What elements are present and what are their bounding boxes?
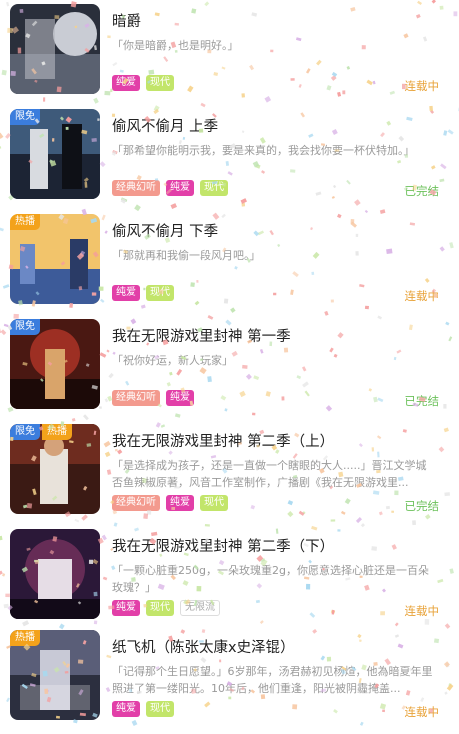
tag-list: 纯爱 现代 无限流 (112, 600, 220, 616)
drama-description: 「你是暗爵，也是明好。」 (112, 37, 434, 54)
status-label: 已完结 (405, 183, 440, 199)
status-label: 已完结 (405, 498, 440, 514)
badge-group: 热播 (10, 630, 40, 646)
cover-image[interactable]: 限免 (10, 319, 100, 409)
tag[interactable]: 现代 (146, 285, 174, 301)
tag[interactable]: 纯爱 (112, 600, 140, 616)
drama-description: 「一颗心脏重250g，一朵玫瑰重2g，你愿意选择心脏还是一百朵玫瑰？」 (112, 562, 434, 596)
list-item[interactable]: 我在无限游戏里封神 第二季（下） 「一颗心脏重250g，一朵玫瑰重2g，你愿意选… (0, 529, 459, 633)
drama-title[interactable]: 我在无限游戏里封神 第二季（上） (112, 430, 334, 451)
status-label: 连载中 (405, 603, 440, 619)
status-label: 连载中 (405, 704, 440, 720)
status-label: 连载中 (405, 288, 440, 304)
drama-title[interactable]: 偷风不偷月 下季 (112, 220, 218, 241)
tag-list: 纯爱 现代 (112, 701, 174, 717)
limited-free-badge: 限免 (10, 424, 40, 440)
tag-list: 经典幻听 纯爱 现代 (112, 495, 228, 511)
list-item[interactable]: 热播 纸飞机（陈张太康x史泽锟） 「记得那个生日愿望。」6岁那年，汤君赫初见杨煊… (0, 630, 459, 734)
tag-list: 经典幻听 纯爱 现代 (112, 180, 228, 196)
badge-group: 限免 (10, 319, 40, 335)
badge-group: 热播 (10, 214, 40, 230)
drama-description: 「是选择成为孩子，还是一直做一个瞎眼的大人.....」晋江文学城否鱼辣椒原著，风… (112, 457, 434, 491)
list-item[interactable]: 限免 偷风不偷月 上季 「那希望你能明示我，要是来真的，我会找你要一杯伏特加。」… (0, 109, 459, 213)
limited-free-badge: 限免 (10, 319, 40, 335)
list-item[interactable]: 热播 偷风不偷月 下季 「那就再和我偷一段风月吧。」 纯爱 现代 连载中 (0, 214, 459, 318)
drama-description: 「祝你好运，新人玩家」 (112, 352, 434, 369)
cover-image[interactable]: 热播 (10, 214, 100, 304)
hot-badge: 热播 (10, 214, 40, 230)
badge-group: 限免 (10, 109, 40, 125)
badge-group: 限免 热播 (10, 424, 72, 440)
list-item[interactable]: 限免 我在无限游戏里封神 第一季 「祝你好运，新人玩家」 经典幻听 纯爱 已完结 (0, 319, 459, 423)
tag[interactable]: 现代 (200, 180, 228, 196)
tag[interactable]: 纯爱 (112, 285, 140, 301)
list-item[interactable]: 限免 热播 我在无限游戏里封神 第二季（上） 「是选择成为孩子，还是一直做一个瞎… (0, 424, 459, 528)
tag[interactable]: 经典幻听 (112, 495, 160, 511)
tag[interactable]: 现代 (200, 495, 228, 511)
tag-list: 经典幻听 纯爱 (112, 390, 194, 406)
drama-description: 「那希望你能明示我，要是来真的，我会找你要一杯伏特加。」 (112, 142, 434, 159)
tag[interactable]: 纯爱 (166, 180, 194, 196)
tag[interactable]: 经典幻听 (112, 390, 160, 406)
tag-list: 纯爱 现代 (112, 75, 174, 91)
status-label: 连载中 (405, 78, 440, 94)
tag[interactable]: 纯爱 (112, 75, 140, 91)
tag[interactable]: 纯爱 (166, 495, 194, 511)
tag[interactable]: 现代 (146, 701, 174, 717)
drama-title[interactable]: 纸飞机（陈张太康x史泽锟） (112, 636, 295, 657)
hot-badge: 热播 (42, 424, 72, 440)
cover-image[interactable] (10, 4, 100, 94)
tag[interactable]: 纯爱 (112, 701, 140, 717)
drama-title[interactable]: 我在无限游戏里封神 第二季（下） (112, 535, 334, 556)
cover-image[interactable]: 限免 (10, 109, 100, 199)
drama-title[interactable]: 暗爵 (112, 10, 141, 31)
status-label: 已完结 (405, 393, 440, 409)
cover-image[interactable]: 限免 热播 (10, 424, 100, 514)
tag[interactable]: 现代 (146, 75, 174, 91)
drama-description: 「记得那个生日愿望。」6岁那年，汤君赫初见杨煊，他為暗夏年里照进了第一缕阳光。1… (112, 663, 434, 697)
tag-list: 纯爱 现代 (112, 285, 174, 301)
limited-free-badge: 限免 (10, 109, 40, 125)
list-item[interactable]: 暗爵 「你是暗爵，也是明好。」 纯爱 现代 连载中 (0, 4, 459, 108)
tag[interactable]: 纯爱 (166, 390, 194, 406)
cover-image[interactable] (10, 529, 100, 619)
drama-title[interactable]: 我在无限游戏里封神 第一季 (112, 325, 291, 346)
tag[interactable]: 经典幻听 (112, 180, 160, 196)
drama-description: 「那就再和我偷一段风月吧。」 (112, 247, 434, 264)
drama-title[interactable]: 偷风不偷月 上季 (112, 115, 218, 136)
tag[interactable]: 现代 (146, 600, 174, 616)
tag[interactable]: 无限流 (180, 600, 220, 616)
cover-image[interactable]: 热播 (10, 630, 100, 720)
hot-badge: 热播 (10, 630, 40, 646)
